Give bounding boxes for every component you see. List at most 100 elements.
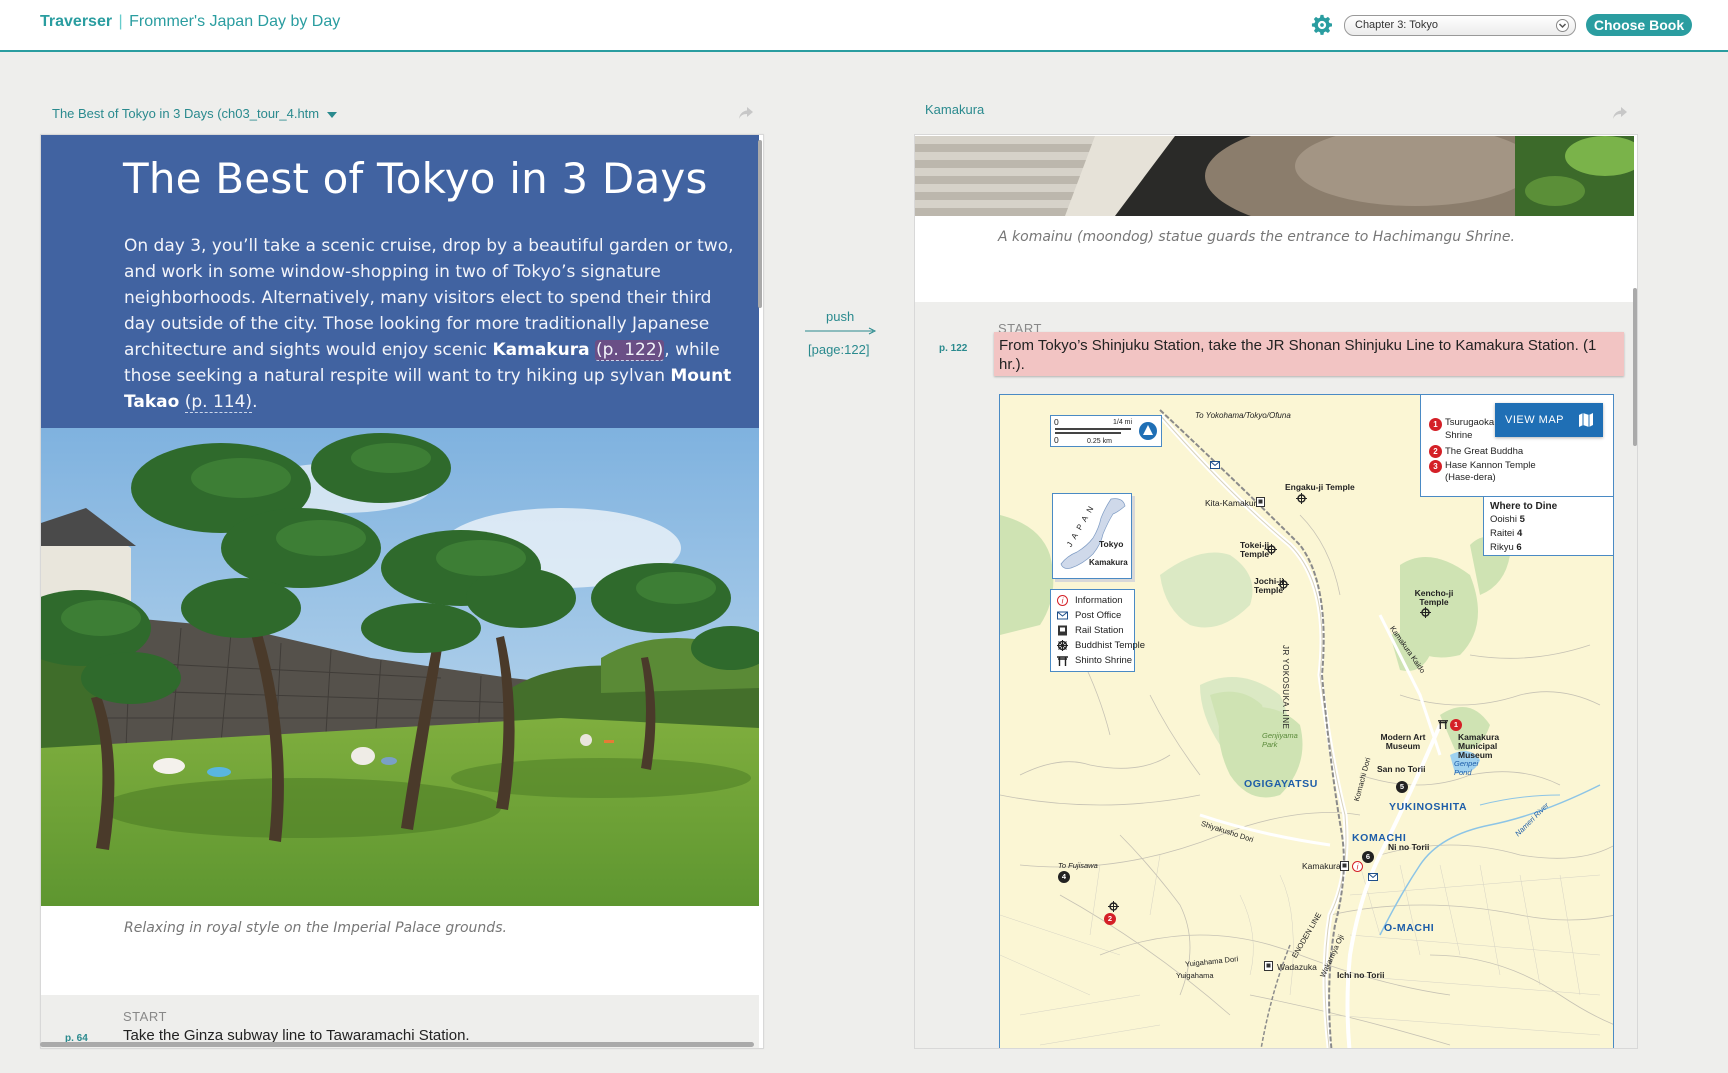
start-text-highlight[interactable]: From Tokyo’s Shinjuku Station, take the … <box>994 332 1624 376</box>
rail-station-icon <box>1340 861 1349 871</box>
left-horizontal-scrollbar[interactable] <box>40 1042 754 1047</box>
scale-km: 0.25 km <box>1087 438 1112 445</box>
left-pane-header[interactable]: The Best of Tokyo in 3 Days (ch03_tour_4… <box>52 106 338 121</box>
post-office-icon <box>1210 461 1220 469</box>
right-pane-title[interactable]: Kamakura <box>925 102 984 117</box>
buddhist-temple-icon <box>1278 579 1289 590</box>
inset-kamakura-label: Kamakura <box>1089 558 1128 567</box>
dine-name: Raitei <box>1490 528 1515 539</box>
imperial-palace-photo <box>41 428 759 906</box>
dine-number: 5 <box>1519 514 1525 525</box>
legend-rail-station: Rail Station <box>1051 623 1134 638</box>
dine-number: 6 <box>1516 542 1522 553</box>
map-marker-2[interactable]: 2 <box>1104 913 1116 925</box>
area-yukinoshita: YUKINOSHITA <box>1389 801 1468 813</box>
label-jr-yokosuka: JR YOKOSUKA LINE <box>1281 645 1290 730</box>
label-ni-no-torii: Ni no Torii <box>1388 842 1430 852</box>
key-item-line2: (Hase-dera) <box>1421 472 1613 484</box>
dine-name: Rikyu <box>1490 542 1514 553</box>
legend-post-office: Post Office <box>1051 608 1134 623</box>
shinto-shrine-icon <box>1057 656 1068 666</box>
buddhist-temple-icon <box>1057 640 1068 651</box>
buddhist-temple-icon <box>1108 901 1119 912</box>
share-icon[interactable] <box>738 106 754 120</box>
buddhist-temple-icon <box>1296 493 1307 504</box>
scale-mi: 1/4 mi <box>1113 419 1133 426</box>
label-san-no-torii: San no Torii <box>1377 764 1426 774</box>
legend-information: i Information <box>1051 593 1134 608</box>
key-item[interactable]: 3 Hase Kannon Temple <box>1421 459 1613 473</box>
push-link-target[interactable]: [page:122] <box>808 342 869 357</box>
app-name[interactable]: Traverser <box>40 13 112 30</box>
dine-name: Ooishi <box>1490 514 1517 525</box>
map-symbol-legend: i Information Post Office Rail Station Bu… <box>1050 589 1145 672</box>
key-label: Shrine <box>1445 430 1473 441</box>
post-office-icon <box>1368 873 1378 881</box>
label-kita-kamakura: Kita-Kamakura <box>1205 498 1262 508</box>
where-to-dine-box: Where to Dine Ooishi 5 Raitei 4 Rikyu 6 <box>1483 496 1613 556</box>
left-reader-pane[interactable]: The Best of Tokyo in 3 Days On day 3, yo… <box>40 134 764 1049</box>
section-title: The Best of Tokyo in 3 Days <box>123 154 708 203</box>
chapter-select[interactable]: Chapter 3: Tokyo <box>1344 15 1576 36</box>
right-vertical-scrollbar[interactable] <box>1633 288 1637 446</box>
key-label: (Hase-dera) <box>1445 472 1496 483</box>
share-icon[interactable] <box>1612 106 1628 120</box>
dine-item[interactable]: Ooishi 5 <box>1490 514 1609 528</box>
kamakura-map[interactable]: 0 1/4 mi 0 0.25 km JAPAN Tokyo Kamakura … <box>999 394 1614 1048</box>
section-hero: The Best of Tokyo in 3 Days On day 3, yo… <box>41 135 759 428</box>
intro-end: . <box>252 392 258 412</box>
map-marker-6[interactable]: 6 <box>1362 851 1374 863</box>
key-label: Hase Kannon Temple <box>1445 460 1536 471</box>
view-map-button[interactable]: VIEW MAP <box>1495 403 1603 437</box>
app-brand: Traverser | Frommer's Japan Day by Day <box>40 13 340 31</box>
view-map-label: VIEW MAP <box>1505 414 1565 426</box>
kamakura-keyword: Kamakura <box>492 340 590 360</box>
label-kamakura-station: Kamakura <box>1302 861 1341 871</box>
label-ichi-no-torii: Ichi no Torii <box>1337 970 1385 980</box>
dine-item[interactable]: Rikyu 6 <box>1490 542 1609 556</box>
shinto-shrine-icon <box>1438 720 1448 729</box>
section-intro: On day 3, you’ll take a scenic cruise, d… <box>124 233 734 415</box>
label-modern-art: Modern Art Museum <box>1380 732 1426 751</box>
label-to-yokohama: To Yokohama/Tokyo/Ofuna <box>1195 411 1291 420</box>
dine-number: 4 <box>1516 528 1523 539</box>
post-office-icon <box>1057 611 1068 620</box>
key-label: The Great Buddha <box>1445 446 1524 457</box>
legend-shinto-shrine: Shinto Shrine <box>1051 653 1134 668</box>
chevron-down-icon <box>1556 19 1569 32</box>
key-item[interactable]: 2 The Great Buddha <box>1421 444 1613 459</box>
buddhist-temple-icon <box>1420 607 1431 618</box>
left-vertical-scrollbar[interactable] <box>758 140 762 308</box>
key-number: 2 <box>1429 445 1442 458</box>
label-genpei: Genpei Pond <box>1454 759 1479 777</box>
photo-caption: A komainu (moondog) statue guards the en… <box>998 229 1515 245</box>
rail-station-icon <box>1256 497 1265 507</box>
label-to-fujisawa: To Fujisawa <box>1058 861 1098 870</box>
left-pane-title: The Best of Tokyo in 3 Days (ch03_tour_4… <box>52 106 320 121</box>
chapter-select-value: Chapter 3: Tokyo <box>1355 19 1438 31</box>
gear-icon[interactable] <box>1311 14 1333 36</box>
information-icon: i <box>1352 861 1363 872</box>
legend-label: Rail Station <box>1075 625 1124 636</box>
page-number[interactable]: p. 122 <box>939 343 967 354</box>
dine-title: Where to Dine <box>1490 501 1558 512</box>
kamakura-page-link[interactable]: (p. 122) <box>594 340 665 361</box>
right-reader-pane[interactable]: A komainu (moondog) statue guards the en… <box>914 134 1638 1049</box>
map-marker-5[interactable]: 5 <box>1396 781 1408 793</box>
top-bar: Traverser | Frommer's Japan Day by Day C… <box>0 0 1728 52</box>
map-marker-1[interactable]: 1 <box>1450 719 1462 731</box>
dine-item[interactable]: Raitei 4 <box>1490 528 1609 542</box>
legend-label: Buddhist Temple <box>1075 640 1146 651</box>
takao-page-link[interactable]: (p. 114) <box>184 392 253 413</box>
map-icon <box>1579 413 1593 427</box>
scale-bar: 0 1/4 mi 0 0.25 km <box>1050 415 1162 447</box>
rail-station-icon <box>1058 625 1067 636</box>
choose-book-button[interactable]: Choose Book <box>1586 14 1692 36</box>
caret-down-icon <box>327 111 338 118</box>
label-engakuji: Engaku-ji Temple <box>1285 482 1355 492</box>
map-marker-4[interactable]: 4 <box>1058 871 1070 883</box>
start-label: START <box>123 1009 167 1024</box>
push-link-label[interactable]: push <box>826 309 854 324</box>
label-yuigahama: Yuigahama <box>1176 971 1214 980</box>
brand-separator: | <box>118 13 123 30</box>
